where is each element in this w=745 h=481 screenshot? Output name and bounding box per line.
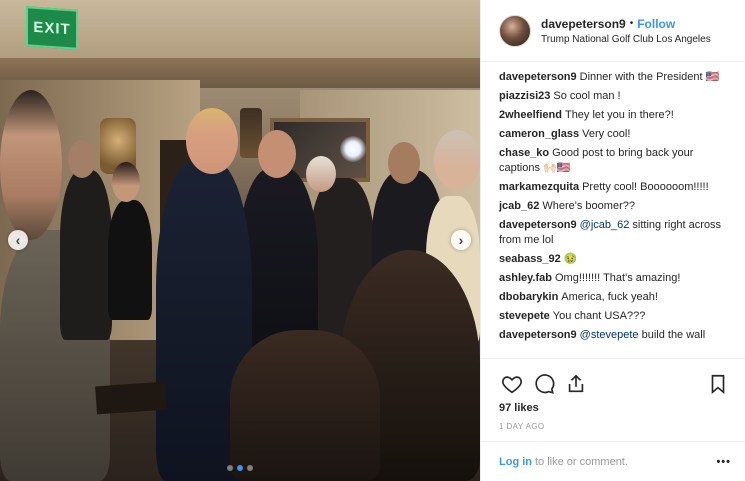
carousel-dots [0,465,480,471]
chevron-right-icon: › [458,232,464,248]
carousel-dot-active [237,465,243,471]
action-bar [481,358,745,400]
comment-row: davepeterson9 @jcab_62 sitting right acro… [499,218,731,248]
save-button[interactable] [705,371,731,397]
comment-row: markamezquita Pretty cool! Boooooom!!!!! [499,180,731,195]
heart-icon [502,375,522,393]
more-options-icon[interactable]: ••• [716,456,731,468]
person-man2-head [258,130,296,178]
comment-row: ashley.fab Omg!!!!!!! That's amazing! [499,271,731,286]
post-photo[interactable]: EXIT ‹ › [0,0,480,481]
comment-username[interactable]: seabass_92 [499,253,561,265]
comment-container: piazzisi23 So cool man ! 2wheelfiend They l… [499,89,731,343]
comment-row: davepeterson9 @stevepete build the wall [499,328,731,343]
comment-text: Where's boomer?? [542,200,635,212]
previous-photo-button[interactable]: ‹ [8,230,28,250]
instagram-post: EXIT ‹ › davepeterson9 • Follow Trump Na… [0,0,745,481]
login-footer: Log in to like or comment. ••• [481,441,745,481]
share-button[interactable] [563,371,589,397]
comment-username[interactable]: cameron_glass [499,128,579,140]
comment-username[interactable]: jcab_62 [499,200,539,212]
comment-row: chase_ko Good post to bring back your cap… [499,146,731,176]
header-text: davepeterson9 • Follow Trump National Go… [541,17,711,45]
author-avatar[interactable] [499,14,531,47]
comment-button[interactable] [531,371,557,397]
person-background-body [60,170,112,340]
comment-text: Very cool! [582,128,631,140]
person-girl-body [108,200,152,320]
login-link[interactable]: Log in [499,456,532,468]
person-left-head [0,90,62,240]
comment-row: cameron_glass Very cool! [499,127,731,142]
comment-username[interactable]: stevepete [499,310,550,322]
caption-text: Dinner with the President 🇺🇸 [579,71,720,83]
comment-username[interactable]: 2wheelfiend [499,109,562,121]
comment-text: So cool man ! [553,90,621,102]
person-girl-head [112,162,140,202]
comment-text: 🤢 [563,253,578,265]
chevron-left-icon: ‹ [15,232,21,248]
comment-text: They let you in there?! [564,109,674,121]
comment-username[interactable]: davepeterson9 [499,219,577,231]
bookmark-icon [711,374,725,394]
comments-list[interactable]: davepeterson9 Dinner with the President 🇺… [481,62,745,358]
person-center-head [186,108,238,174]
like-button[interactable] [499,371,525,397]
comment-row: seabass_92 🤢 [499,252,731,267]
post-time[interactable]: 1 DAY AGO [481,414,745,441]
comment-text: You chant USA??? [552,310,646,322]
comment-row: jcab_62 Where's boomer?? [499,199,731,214]
caption-username[interactable]: davepeterson9 [499,71,577,83]
carousel-dot [227,465,233,471]
comment-username[interactable]: dbobarykin [499,291,558,303]
person-man4-head [388,142,420,184]
comment-mention[interactable]: @jcab_62 [580,219,630,231]
comment-username[interactable]: chase_ko [499,147,549,159]
author-username[interactable]: davepeterson9 [541,17,626,31]
comment-username[interactable]: ashley.fab [499,272,552,284]
person-woman-head [434,130,480,190]
exit-sign: EXIT [26,6,78,50]
comment-mention[interactable]: @stevepete [580,329,639,341]
post-side-panel: davepeterson9 • Follow Trump National Go… [480,0,745,481]
carousel-dot [247,465,253,471]
comment-row: dbobarykin America, fuck yeah! [499,290,731,305]
comment-text: build the wall [638,329,706,341]
comment-username[interactable]: piazzisi23 [499,90,550,102]
likes-count[interactable]: 97 likes [481,400,745,414]
person-background-head [68,140,96,178]
camera-flash [340,136,366,162]
comment-row: 2wheelfiend They let you in there?! [499,108,731,123]
post-location[interactable]: Trump National Golf Club Los Angeles [541,34,711,45]
comment-username[interactable]: davepeterson9 [499,329,577,341]
photo-book [95,381,167,415]
header-separator: • [629,18,634,29]
comment-row: stevepete You chant USA??? [499,309,731,324]
comment-text: Pretty cool! Boooooom!!!!! [582,181,709,193]
comment-row: piazzisi23 So cool man ! [499,89,731,104]
comment-icon [535,373,555,394]
comment-text: Omg!!!!!!! That's amazing! [555,272,681,284]
comment-username[interactable]: markamezquita [499,181,579,193]
share-icon [568,374,584,392]
comment-text: America, fuck yeah! [561,291,658,303]
follow-button[interactable]: Follow [637,17,675,31]
post-header: davepeterson9 • Follow Trump National Go… [481,0,745,62]
person-foreground-hair-left [230,330,380,481]
next-photo-button[interactable]: › [451,230,471,250]
header-top-row: davepeterson9 • Follow [541,17,711,31]
person-man3-head [306,156,336,192]
login-suffix: to like or comment. [535,455,628,468]
caption: davepeterson9 Dinner with the President 🇺… [499,70,731,85]
